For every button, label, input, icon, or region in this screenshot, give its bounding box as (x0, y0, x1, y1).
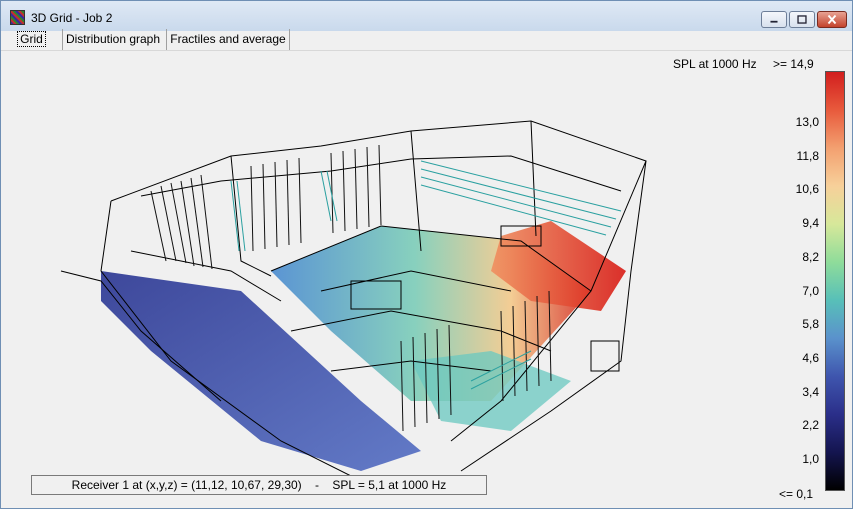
scale-tick: 10,6 (795, 182, 819, 196)
maximize-icon (797, 15, 807, 24)
title-bar[interactable]: 3D Grid - Job 2 (1, 1, 852, 31)
tab-distribution-graph[interactable]: Distribution graph (62, 29, 163, 50)
minimize-button[interactable] (761, 11, 787, 28)
tab-divider (1, 50, 852, 51)
legend-min-label: <= 0,1 (779, 487, 814, 501)
close-icon (827, 14, 837, 25)
scale-tick: 1,0 (802, 452, 819, 466)
legend-title: SPL at 1000 Hz (673, 57, 757, 71)
3d-grid-view[interactable] (31, 101, 671, 481)
scale-tick: 4,6 (802, 351, 819, 365)
tab-grid[interactable]: Grid (10, 29, 53, 50)
app-icon (10, 10, 25, 25)
minimize-icon (770, 20, 778, 23)
tab-grid-label: Grid (17, 31, 46, 47)
receiver-status: Receiver 1 at (x,y,z) = (11,12, 10,67, 2… (31, 475, 487, 495)
legend-max-label: >= 14,9 (773, 57, 814, 71)
scale-tick: 11,8 (796, 149, 819, 163)
color-scale-bar (825, 71, 845, 491)
scale-tick: 3,4 (802, 385, 819, 399)
scale-tick: 5,8 (802, 317, 819, 331)
tab-fractiles-and-average[interactable]: Fractiles and average (166, 29, 290, 50)
scale-tick: 2,2 (802, 418, 819, 432)
close-button[interactable] (817, 11, 847, 28)
scale-tick: 13,0 (795, 115, 819, 129)
scale-tick: 9,4 (802, 216, 819, 230)
app-window: 3D Grid - Job 2 Grid Distribution graph … (0, 0, 853, 509)
scale-tick: 7,0 (802, 284, 819, 298)
scale-tick: 8,2 (802, 250, 819, 264)
stalls-zone (411, 351, 571, 431)
maximize-button[interactable] (789, 11, 815, 28)
window-title: 3D Grid - Job 2 (31, 11, 113, 25)
